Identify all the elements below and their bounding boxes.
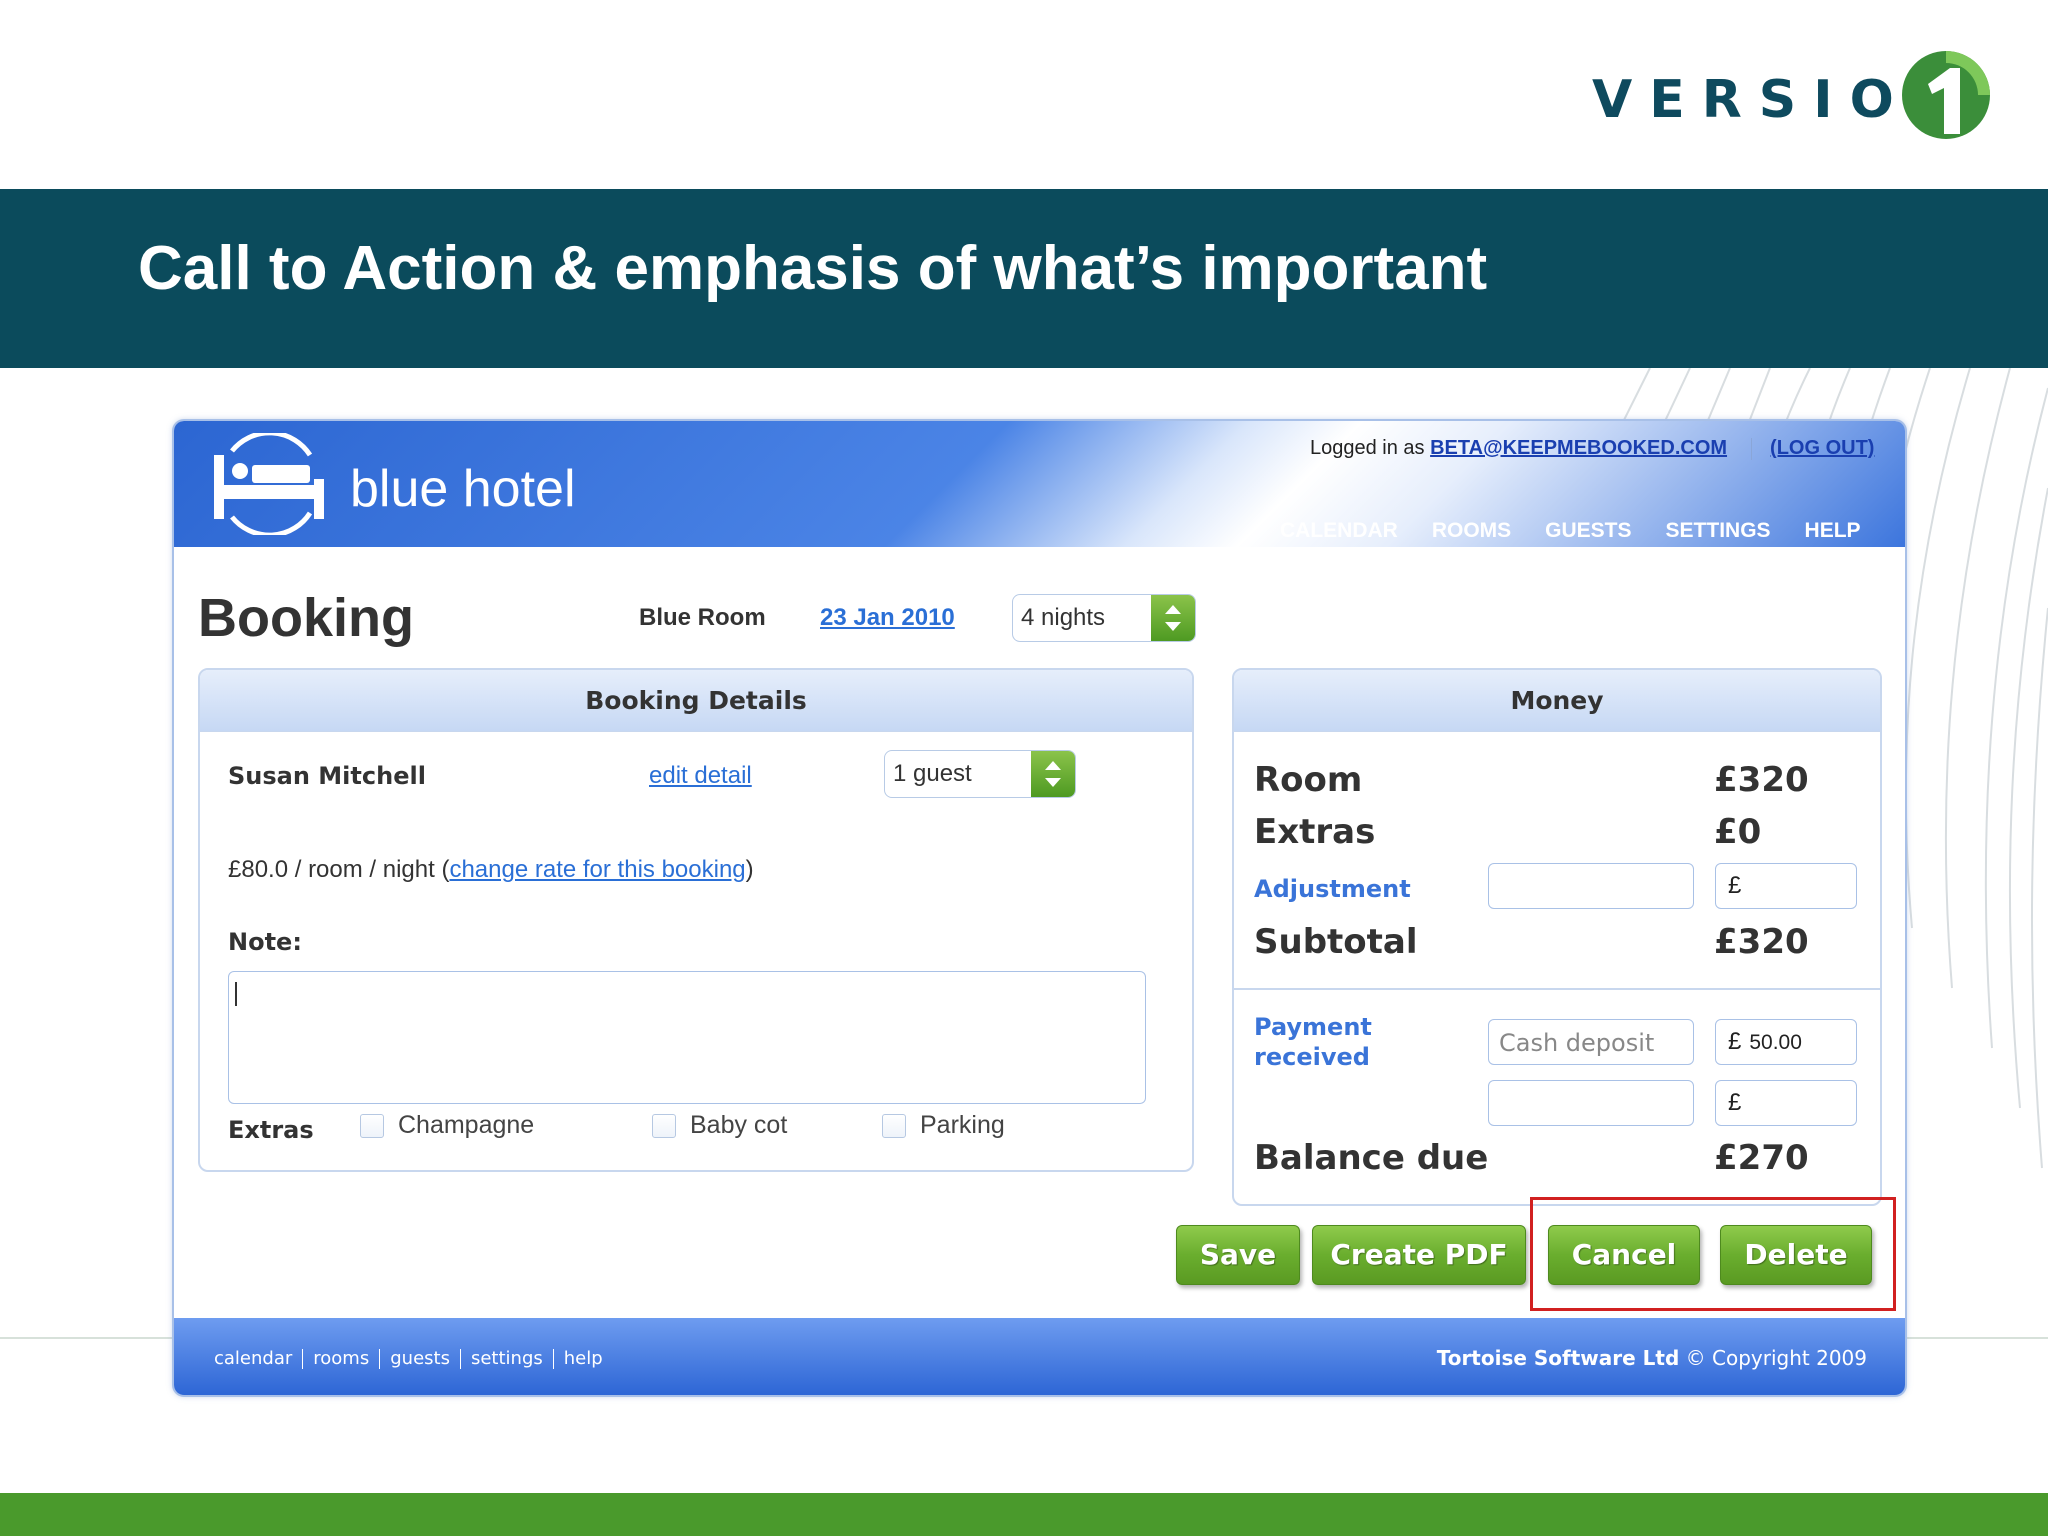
logo-mark-icon: [1902, 51, 1990, 139]
guests-value: 1 guest: [893, 760, 972, 787]
page-title: Booking: [198, 588, 414, 648]
change-rate-link[interactable]: change rate for this booking: [449, 856, 745, 883]
payment-amount-input[interactable]: £50.00: [1715, 1019, 1857, 1065]
adjustment-label: Adjustment: [1254, 875, 1411, 903]
main-nav: CALENDAR ROOMS GUESTS SETTINGS HELP: [1280, 519, 1861, 543]
create-pdf-button[interactable]: Create PDF: [1312, 1225, 1526, 1285]
payment2-currency: £: [1728, 1089, 1742, 1116]
guest-name: Susan Mitchell: [228, 762, 426, 790]
nav-rooms[interactable]: ROOMS: [1432, 519, 1511, 543]
room-cost-value: £320: [1714, 760, 1809, 800]
login-prefix: Logged in as: [1310, 437, 1431, 459]
payment-amount: 50.00: [1749, 1031, 1802, 1054]
save-button[interactable]: Save: [1176, 1225, 1300, 1285]
extras-cost-label: Extras: [1254, 812, 1376, 852]
nav-settings[interactable]: SETTINGS: [1666, 519, 1771, 543]
slide-title: Call to Action & emphasis of what’s impo…: [138, 234, 1488, 303]
champagne-checkbox[interactable]: [360, 1113, 384, 1138]
footer-link-help[interactable]: help: [564, 1348, 603, 1369]
footer-links: calendar rooms guests settings help: [214, 1348, 613, 1369]
slide: VERSION Call to Action & emphasis of wha…: [0, 0, 2048, 1536]
champagne-label: Champagne: [398, 1111, 535, 1139]
brand-name: blue hotel: [350, 460, 576, 518]
subtotal-value: £320: [1714, 922, 1809, 962]
nav-guests[interactable]: GUESTS: [1545, 519, 1631, 543]
company-name: Tortoise Software Ltd: [1436, 1346, 1680, 1370]
note-label: Note:: [228, 928, 302, 956]
adjustment-reason-input[interactable]: [1488, 863, 1694, 909]
edit-detail-link[interactable]: edit detail: [649, 762, 752, 790]
footer-link-guests[interactable]: guests: [390, 1348, 450, 1369]
user-email-link[interactable]: BETA@KEEPMEBOOKED.COM: [1430, 437, 1727, 459]
note-textarea[interactable]: [228, 971, 1146, 1104]
baby-cot-checkbox[interactable]: [652, 1113, 676, 1138]
guests-select[interactable]: 1 guest: [884, 750, 1076, 798]
footer-separator: [552, 1349, 554, 1369]
booking-date-link[interactable]: 23 Jan 2010: [820, 604, 955, 632]
payment-label-line2: received: [1254, 1043, 1370, 1071]
bed-icon: [214, 433, 324, 535]
copyright: Tortoise Software Ltd © Copyright 2009: [1437, 1346, 1867, 1370]
nights-select[interactable]: 4 nights: [1012, 594, 1196, 642]
payment2-amount-input[interactable]: £: [1715, 1080, 1857, 1126]
subtotal-label: Subtotal: [1254, 922, 1418, 962]
money-divider: [1234, 988, 1880, 990]
nights-spinner-icon[interactable]: [1151, 595, 1195, 641]
room-cost-label: Room: [1254, 760, 1363, 800]
parking-label: Parking: [920, 1111, 1005, 1139]
rate-suffix: ): [745, 856, 754, 883]
balance-value: £270: [1714, 1138, 1809, 1178]
emphasis-highlight-box: [1530, 1197, 1896, 1311]
extras-label: Extras: [228, 1116, 314, 1144]
text-caret: [235, 982, 237, 1006]
guests-spinner-icon[interactable]: [1031, 751, 1075, 797]
nav-calendar[interactable]: CALENDAR: [1280, 519, 1398, 543]
room-name: Blue Room: [639, 604, 766, 631]
footer-link-rooms[interactable]: rooms: [313, 1348, 369, 1369]
footer-separator: [459, 1349, 461, 1369]
money-panel: Money Room £320 Extras £0 Adjustment £ S…: [1232, 668, 1882, 1206]
footer-separator: [302, 1349, 304, 1369]
extra-baby-cot[interactable]: Baby cot: [652, 1111, 787, 1140]
copyright-text: © Copyright 2009: [1679, 1346, 1867, 1370]
extra-champagne[interactable]: Champagne: [360, 1111, 534, 1140]
adjustment-currency: £: [1728, 872, 1742, 899]
payment2-method-input[interactable]: [1488, 1080, 1694, 1126]
extras-cost-value: £0: [1714, 812, 1762, 852]
bottom-bar: [0, 1493, 2048, 1536]
login-info: Logged in as BETA@KEEPMEBOOKED.COM (LOG O…: [1310, 437, 1874, 460]
footer-separator: [379, 1349, 381, 1369]
baby-cot-label: Baby cot: [690, 1111, 788, 1139]
nav-help[interactable]: HELP: [1805, 519, 1861, 543]
extra-parking[interactable]: Parking: [882, 1111, 1005, 1140]
version1-logo: VERSION: [1590, 48, 2000, 144]
payment-method-input[interactable]: Cash deposit: [1488, 1019, 1694, 1065]
booking-details-header: Booking Details: [200, 670, 1192, 732]
adjustment-amount-input[interactable]: £: [1715, 863, 1857, 909]
rate-prefix: £80.0 / room / night (: [228, 856, 450, 883]
balance-label: Balance due: [1254, 1138, 1489, 1178]
footer-link-calendar[interactable]: calendar: [214, 1348, 292, 1369]
payment-label-line1: Payment: [1254, 1013, 1372, 1041]
payment-label: Payment received: [1254, 1012, 1372, 1072]
app-footer: calendar rooms guests settings help Tortoise…: [174, 1318, 1905, 1395]
booking-details-panel: Booking Details Susan Mitchell edit deta…: [198, 668, 1194, 1172]
footer-link-settings[interactable]: settings: [471, 1348, 543, 1369]
nights-value: 4 nights: [1021, 604, 1106, 631]
login-separator: [1751, 437, 1753, 460]
payment-currency: £: [1728, 1028, 1742, 1055]
parking-checkbox[interactable]: [882, 1113, 906, 1138]
money-header: Money: [1234, 670, 1880, 732]
title-banner: Call to Action & emphasis of what’s impo…: [0, 189, 2048, 368]
rate-text: £80.0 / room / night (change rate for th…: [228, 856, 754, 884]
logout-link[interactable]: (LOG OUT): [1770, 437, 1874, 459]
